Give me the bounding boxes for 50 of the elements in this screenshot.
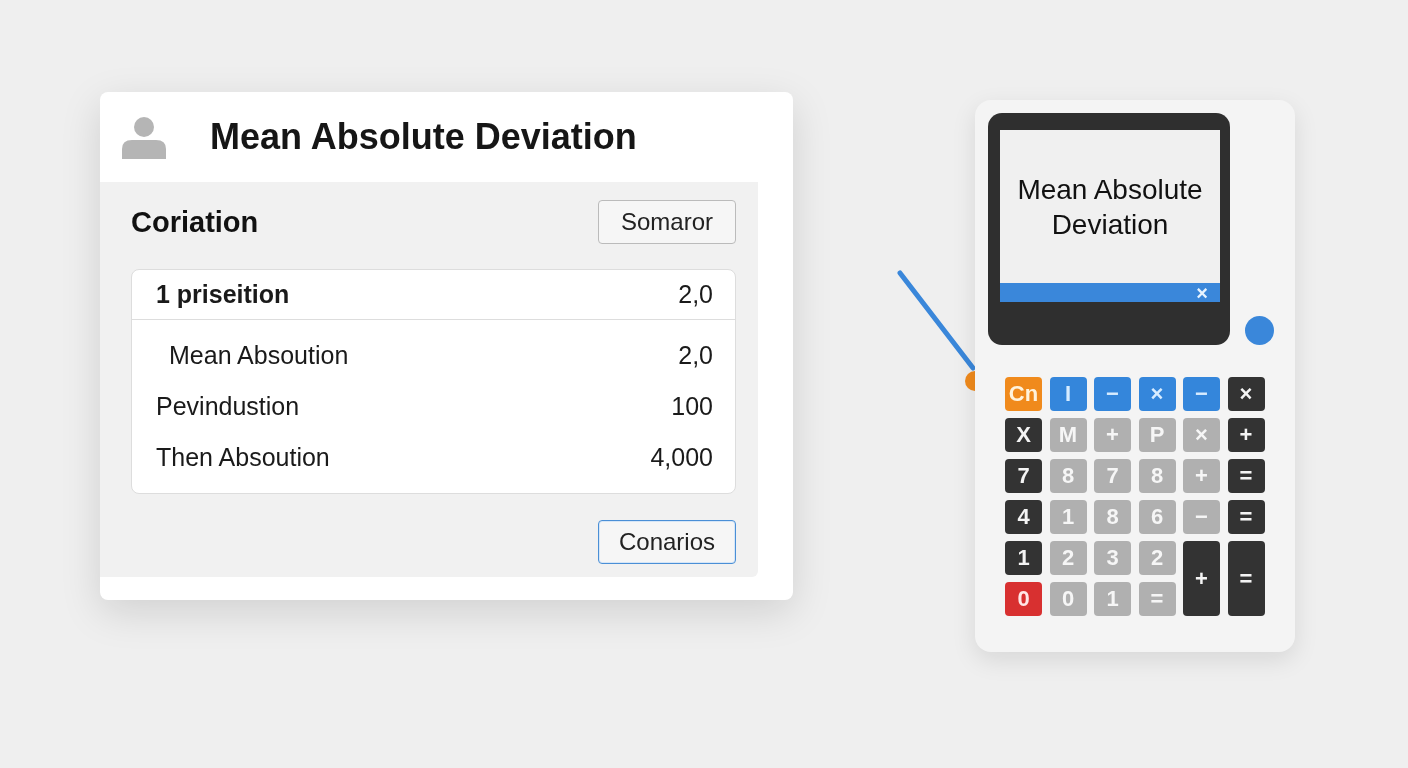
row-label: Then Absoution: [156, 443, 330, 472]
calculator-key[interactable]: ×: [1138, 377, 1176, 411]
calculator-key[interactable]: X: [1005, 418, 1042, 452]
calculator-key[interactable]: +: [1183, 459, 1220, 493]
calculator-key[interactable]: +: [1183, 541, 1220, 616]
calculator-key[interactable]: =: [1227, 541, 1265, 616]
calculator-key[interactable]: 1: [1049, 500, 1087, 534]
row-label: Mean Absoution: [169, 341, 349, 370]
display-text: Mean Absolute Deviation: [1016, 172, 1204, 242]
calculator-key[interactable]: P: [1138, 418, 1176, 452]
calculator-key[interactable]: −: [1183, 377, 1220, 411]
calculator-key[interactable]: 1: [1005, 541, 1042, 575]
calculator-key[interactable]: I: [1049, 377, 1087, 411]
calculator-key[interactable]: 0: [1005, 582, 1042, 616]
calculator-key[interactable]: 8: [1138, 459, 1176, 493]
calculator-key[interactable]: =: [1227, 500, 1265, 534]
close-icon[interactable]: ×: [1196, 282, 1208, 303]
row-value: 4,000: [650, 443, 713, 472]
row-label: Pevindustion: [156, 392, 300, 421]
calculator-key[interactable]: ×: [1183, 418, 1220, 452]
calculator-key[interactable]: 2: [1138, 541, 1176, 575]
calculator-key[interactable]: =: [1138, 582, 1176, 616]
section-button[interactable]: Somaror: [598, 200, 736, 244]
indicator-dot: [1245, 316, 1274, 345]
footer-button[interactable]: Conarios: [598, 520, 736, 564]
calculator-key[interactable]: 2: [1049, 541, 1087, 575]
calculator-key[interactable]: 1: [1094, 582, 1131, 616]
calculator-key[interactable]: Cn: [1005, 377, 1042, 411]
card-title: Mean Absolute Deviation: [210, 116, 637, 158]
calculator-key[interactable]: 7: [1005, 459, 1042, 493]
calculator-key[interactable]: 7: [1094, 459, 1131, 493]
calculator-key[interactable]: 8: [1094, 500, 1131, 534]
calculator-key[interactable]: ×: [1227, 377, 1265, 411]
calculator-key[interactable]: M: [1049, 418, 1087, 452]
user-icon: [122, 115, 166, 159]
calculator-key[interactable]: 6: [1138, 500, 1176, 534]
row-value: 2,0: [678, 280, 713, 309]
calculator-key[interactable]: 0: [1049, 582, 1087, 616]
calculator-key[interactable]: =: [1227, 459, 1265, 493]
row-value: 100: [671, 392, 713, 421]
calculator-key[interactable]: +: [1094, 418, 1131, 452]
row-value: 2,0: [678, 341, 713, 370]
section-title: Coriation: [131, 205, 259, 239]
calculator-key[interactable]: +: [1227, 418, 1265, 452]
row-label: 1 priseition: [156, 280, 290, 309]
calculator-key[interactable]: 3: [1094, 541, 1131, 575]
calculator-key[interactable]: −: [1094, 377, 1131, 411]
calculator-key[interactable]: 4: [1005, 500, 1042, 534]
calculator-key[interactable]: −: [1183, 500, 1220, 534]
calculator-key[interactable]: 8: [1049, 459, 1087, 493]
